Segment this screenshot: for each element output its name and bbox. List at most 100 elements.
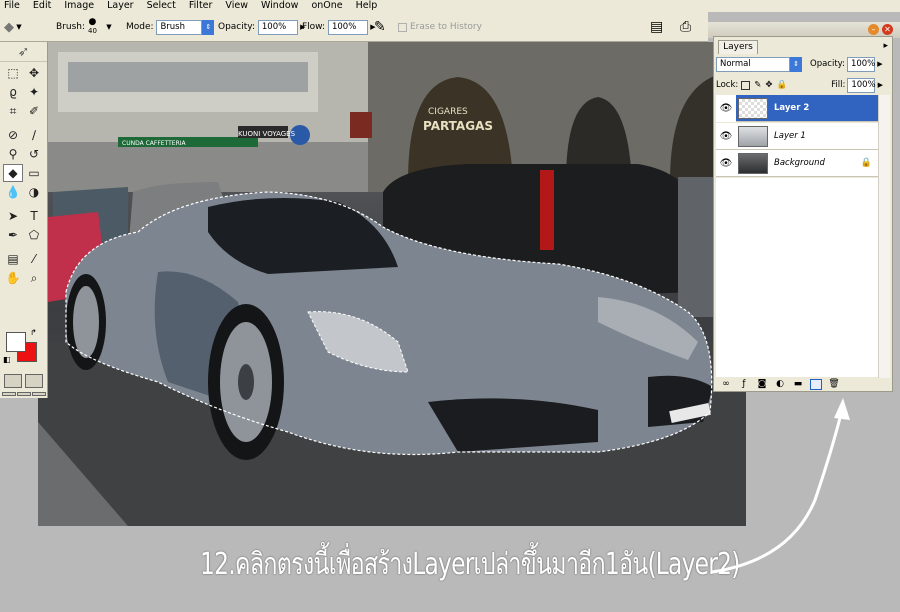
layers-scrollbar[interactable] [878, 95, 890, 378]
airbrush-icon[interactable]: ✎ [374, 12, 386, 42]
new-group-icon[interactable]: ▬ [792, 379, 804, 389]
standard-mode-button[interactable] [4, 374, 22, 388]
lock-pixels-icon[interactable]: ✎ [754, 80, 761, 90]
sign-kuoni: KUONI VOYAGES [238, 130, 296, 138]
layer-row-background[interactable]: 👁 Background 🔒 [716, 150, 878, 177]
menu-layer[interactable]: Layer [107, 0, 134, 12]
options-bar: ◆ ▼ Brush: ● 40 ▼ Mode: Brush ⇕ Opacity: … [0, 12, 708, 42]
toolbox-header[interactable]: ➶ [0, 42, 47, 62]
swap-colors-icon[interactable]: ↱ [30, 328, 37, 337]
blend-mode-dropdown-icon[interactable]: ⇕ [790, 56, 802, 72]
layer-style-icon[interactable]: ƒ [738, 379, 750, 389]
palette-well-icon[interactable]: ▤ [650, 12, 663, 42]
menu-file[interactable]: File [4, 0, 20, 12]
brush-dropdown-icon[interactable]: ▼ [104, 20, 114, 35]
menu-select[interactable]: Select [147, 0, 176, 12]
sign-partagas: PARTAGAS [423, 119, 493, 133]
mode-label: Mode: [126, 22, 154, 32]
tab-layers[interactable]: Layers [718, 40, 758, 54]
document-canvas[interactable]: CIGARES PARTAGAS KUONI VOYAGES CUNDA CAF… [38, 42, 746, 526]
delete-layer-icon[interactable]: 🗑 [828, 379, 840, 389]
menu-window[interactable]: Window [261, 0, 298, 12]
flow-input[interactable]: 100% [327, 19, 368, 35]
sign-cigares: CIGARES [428, 107, 468, 117]
default-colors-icon[interactable]: ◧ [3, 355, 11, 364]
close-icon[interactable]: ✕ [882, 24, 893, 35]
minimize-icon[interactable]: – [868, 24, 879, 35]
layer-mask-icon[interactable]: ◙ [756, 379, 768, 389]
layer-opacity-input[interactable]: 100% [846, 56, 875, 72]
eraser-tool-icon[interactable]: ◆ [3, 164, 23, 182]
fill-slider-icon[interactable]: ▶ [875, 78, 885, 93]
layer-row-layer-1[interactable]: 👁 Layer 1 [716, 123, 878, 150]
type-tool-icon[interactable]: T [24, 207, 44, 225]
visibility-eye-icon[interactable]: 👁 [716, 158, 736, 169]
layers-panel: Layers ▸ Normal ⇕ Opacity: 100% ▶ Lock: ✎ … [713, 36, 893, 392]
move-tool-icon[interactable]: ✥ [24, 64, 44, 82]
clone-stamp-icon[interactable]: ⚲ [3, 145, 23, 163]
gradient-tool-icon[interactable]: ▭ [24, 164, 44, 182]
healing-brush-icon[interactable]: ⊘ [3, 126, 23, 144]
brush-picker[interactable]: ● 40 [88, 12, 97, 42]
slice-tool-icon[interactable]: ✐ [24, 102, 44, 120]
menu-onone[interactable]: onOne [311, 0, 342, 12]
quick-mask-button[interactable] [25, 374, 43, 388]
layers-bottom-bar: ∞ ƒ ◙ ◐ ▬ 🗑 [716, 377, 890, 391]
layer-name: Background [774, 158, 825, 168]
blur-tool-icon[interactable]: 💧 [3, 183, 23, 201]
flow-label: Flow: [302, 22, 326, 32]
screen-mode-full-button[interactable] [17, 392, 31, 396]
opacity-input[interactable]: 100% [257, 19, 298, 35]
layer-row-layer-2[interactable]: 👁 Layer 2 [716, 94, 878, 122]
hand-tool-icon[interactable]: ✋ [3, 269, 23, 287]
layer-thumbnail [738, 97, 768, 119]
lock-transparency-icon[interactable] [741, 80, 751, 90]
marquee-tool-icon[interactable]: ⬚ [3, 64, 23, 82]
lock-label: Lock: [716, 80, 739, 90]
menu-view[interactable]: View [225, 0, 248, 12]
menu-edit[interactable]: Edit [33, 0, 51, 12]
link-layers-icon[interactable]: ∞ [720, 379, 732, 389]
pen-tool-icon[interactable]: ✒ [3, 226, 23, 244]
visibility-eye-icon[interactable]: 👁 [716, 94, 736, 122]
foreground-color-swatch[interactable] [6, 332, 26, 352]
lasso-tool-icon[interactable]: ϱ [3, 83, 23, 101]
lock-position-icon[interactable]: ✥ [765, 80, 772, 90]
brush-tool-icon[interactable]: ∕ [24, 126, 44, 144]
notes-tool-icon[interactable]: ▤ [3, 250, 23, 268]
jump-to-imageready-button[interactable] [32, 392, 46, 396]
mode-select[interactable]: Brush [156, 19, 203, 35]
lock-all-icon[interactable]: 🔒 [777, 80, 788, 90]
visibility-eye-icon[interactable]: 👁 [716, 131, 736, 142]
erase-to-history-checkbox[interactable] [398, 22, 407, 32]
lock-icon: 🔒 [860, 158, 872, 168]
history-brush-icon[interactable]: ↺ [24, 145, 44, 163]
menu-filter[interactable]: Filter [189, 0, 213, 12]
layer-thumbnail [738, 125, 768, 147]
menu-help[interactable]: Help [356, 0, 378, 12]
eyedropper-icon[interactable]: ⁄ [24, 250, 44, 268]
layer-name: Layer 2 [774, 103, 810, 113]
magic-wand-icon[interactable]: ✦ [24, 83, 44, 101]
mode-dropdown-icon[interactable]: ⇕ [202, 19, 215, 35]
panel-menu-icon[interactable]: ▸ [883, 41, 888, 51]
screen-mode-standard-button[interactable] [2, 392, 16, 396]
crop-tool-icon[interactable]: ⌗ [3, 102, 23, 120]
opacity-label: Opacity: [218, 22, 255, 32]
adjustment-layer-icon[interactable]: ◐ [774, 379, 786, 389]
new-layer-button[interactable] [810, 378, 822, 390]
zoom-tool-icon[interactable]: ⌕ [24, 269, 44, 287]
erase-to-history-label: Erase to History [410, 22, 482, 32]
brush-label: Brush: [56, 22, 86, 32]
eraser-tool-preset[interactable]: ◆ ▼ [4, 12, 24, 42]
dodge-tool-icon[interactable]: ◑ [24, 183, 44, 201]
shape-tool-icon[interactable]: ⬠ [24, 226, 44, 244]
blend-mode-select[interactable]: Normal [716, 56, 790, 72]
menu-image[interactable]: Image [64, 0, 94, 12]
sign-cafe: CUNDA CAFFETTERIA [122, 140, 187, 147]
bridge-icon[interactable]: ⎙ [680, 12, 691, 42]
layer-opacity-slider-icon[interactable]: ▶ [875, 57, 885, 72]
instruction-caption: 12.คลิกตรงนี้เพื่อสร้างLayerเปล่าขึ้นมาอ… [200, 547, 740, 582]
path-selection-icon[interactable]: ➤ [3, 207, 23, 225]
fill-input[interactable]: 100% [847, 77, 876, 93]
